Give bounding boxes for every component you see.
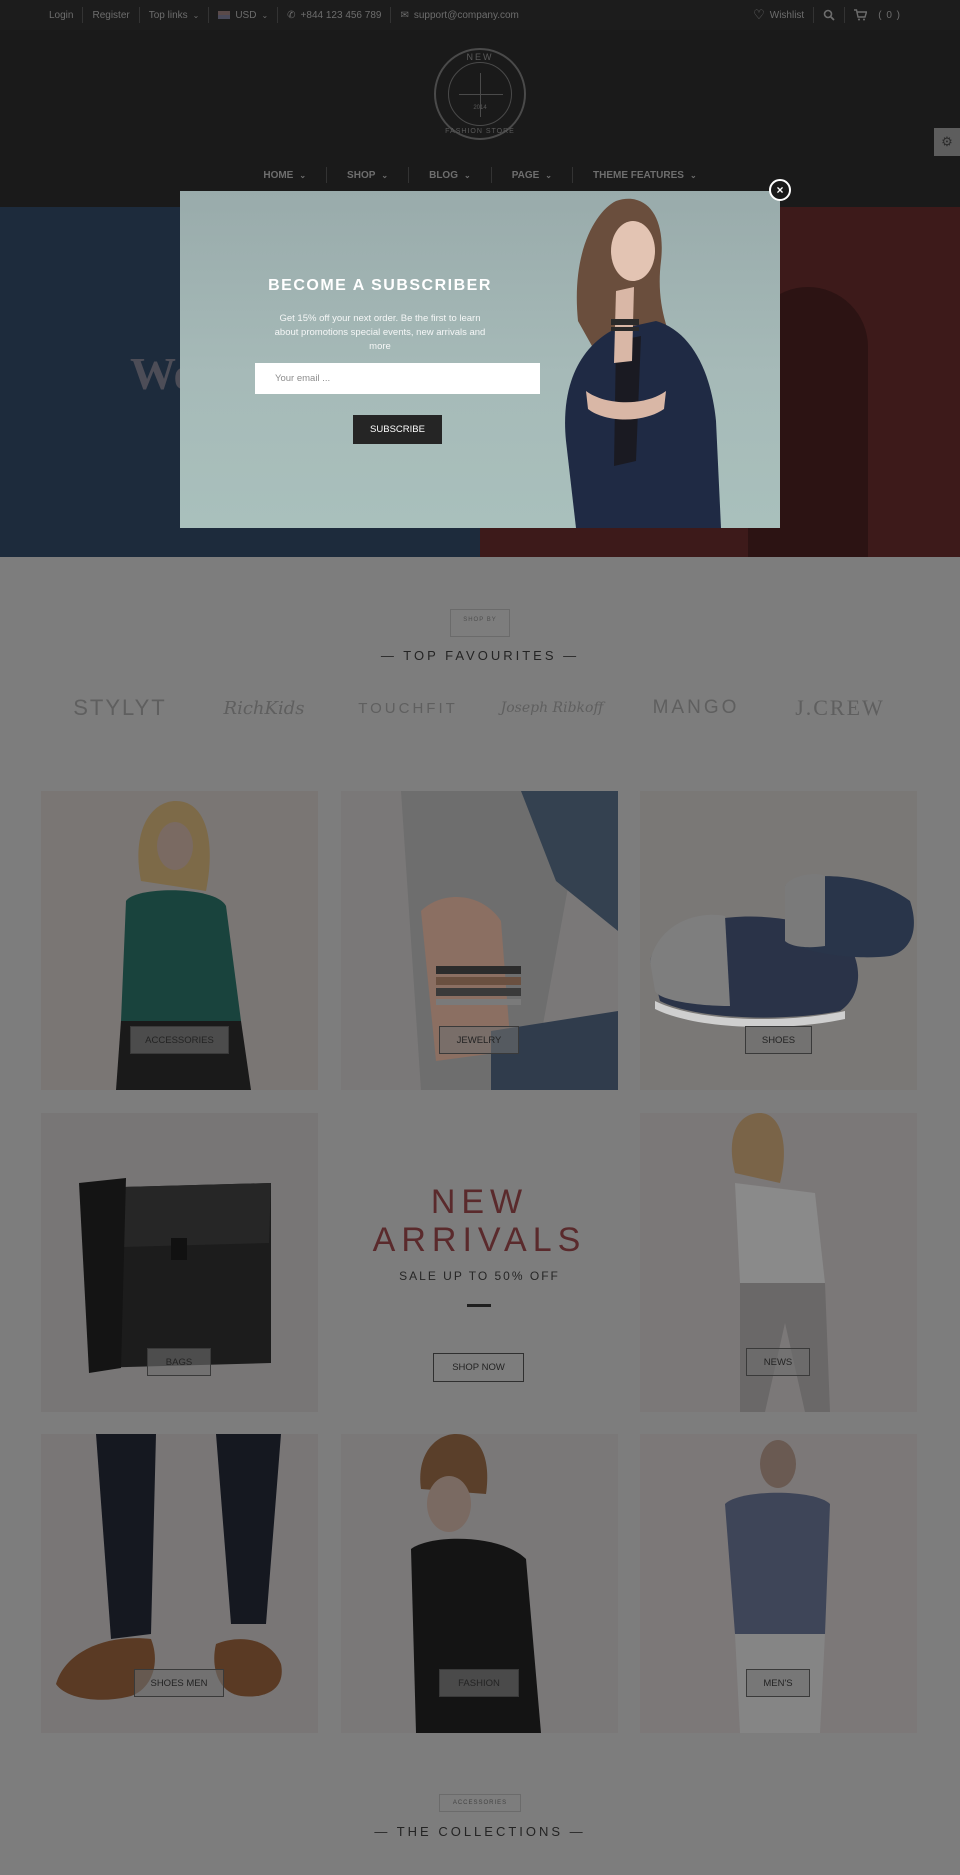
email-info[interactable]: ✉ support@company.com bbox=[391, 7, 527, 23]
logo-inner-ring: 2014 bbox=[448, 62, 512, 126]
category-mens[interactable]: MEN'S bbox=[640, 1434, 917, 1733]
phone-info: ✆ +844 123 456 789 bbox=[278, 7, 392, 23]
shop-by-badge: SHOP BY bbox=[450, 609, 510, 637]
chevron-down-icon: ⌄ bbox=[463, 170, 471, 180]
category-jewelry[interactable]: JEWELRY bbox=[341, 791, 618, 1090]
top-bar: Login Register Top links ⌄ USD ⌄ ✆ +844 123… bbox=[0, 0, 960, 30]
site-header: NEW 2014 FASHION STORE HOME ⌄ SHOP ⌄ BLOG ⌄… bbox=[0, 30, 960, 207]
login-link[interactable]: Login bbox=[40, 7, 84, 23]
search-icon bbox=[823, 9, 835, 21]
accessories-badge: ACCESSORIES bbox=[439, 1794, 521, 1812]
jewelry-label[interactable]: JEWELRY bbox=[439, 1026, 519, 1054]
search-button[interactable] bbox=[814, 7, 846, 23]
phone-icon: ✆ bbox=[287, 9, 296, 21]
envelope-icon: ✉ bbox=[400, 9, 409, 21]
category-bags[interactable]: BAGS bbox=[41, 1113, 318, 1412]
category-shoes-men[interactable]: SHOES MEN bbox=[41, 1434, 318, 1733]
settings-widget-button[interactable]: ⚙ bbox=[934, 128, 960, 156]
login-label: Login bbox=[49, 9, 74, 21]
category-fashion[interactable]: FASHION bbox=[341, 1434, 618, 1733]
email-input[interactable] bbox=[255, 363, 540, 394]
accessories-label[interactable]: ACCESSORIES bbox=[130, 1026, 229, 1054]
nav-label: SHOP bbox=[347, 169, 376, 181]
nav-blog[interactable]: BLOG ⌄ bbox=[409, 167, 492, 183]
shoes-men-label[interactable]: SHOES MEN bbox=[134, 1669, 224, 1697]
popup-title: BECOME A SUBSCRIBER bbox=[268, 277, 492, 294]
logo-cross-horizontal bbox=[459, 94, 503, 95]
brand-stylyt[interactable]: STYLYT bbox=[60, 695, 180, 721]
close-icon: × bbox=[776, 183, 784, 197]
chevron-down-icon: ⌄ bbox=[299, 170, 307, 180]
cart-button[interactable]: ( 0 ) bbox=[845, 7, 910, 23]
currency-label: USD bbox=[235, 9, 257, 21]
popup-description: Get 15% off your next order. Be the firs… bbox=[274, 313, 486, 352]
arrivals-heading-line2: ARRIVALS bbox=[372, 1221, 587, 1259]
brand-logos: STYLYT RichKids TOUCHFIT Joseph Ribkoff … bbox=[60, 695, 900, 721]
logo-top-text: NEW bbox=[466, 52, 494, 62]
new-arrivals-promo: NEW ARRIVALS SALE UP TO 50% OFF SHOP NOW bbox=[341, 1113, 618, 1412]
close-popup-button[interactable]: × bbox=[769, 179, 791, 201]
category-shoes[interactable]: SHOES bbox=[640, 791, 917, 1090]
shop-now-button[interactable]: SHOP NOW bbox=[433, 1353, 524, 1382]
wishlist-link[interactable]: ♡ Wishlist bbox=[744, 7, 815, 23]
top-favourites-title: — TOP FAVOURITES — bbox=[380, 648, 580, 663]
brand-mango[interactable]: MANGO bbox=[636, 697, 756, 719]
mens-label[interactable]: MEN'S bbox=[746, 1669, 810, 1697]
wishlist-label: Wishlist bbox=[769, 9, 805, 21]
nav-shop[interactable]: SHOP ⌄ bbox=[327, 167, 410, 183]
chevron-down-icon: ⌄ bbox=[192, 10, 200, 20]
brand-touchfit[interactable]: TOUCHFIT bbox=[348, 700, 468, 717]
logo-year: 2014 bbox=[473, 105, 487, 111]
nav-label: THEME FEATURES bbox=[593, 169, 684, 181]
collections-title: — THE COLLECTIONS — bbox=[374, 1824, 586, 1839]
brand-jcrew[interactable]: J.CREW bbox=[780, 695, 900, 721]
category-accessories[interactable]: ACCESSORIES bbox=[41, 791, 318, 1090]
nav-theme-features[interactable]: THEME FEATURES ⌄ bbox=[573, 167, 717, 183]
nav-home[interactable]: HOME ⌄ bbox=[243, 167, 328, 183]
heart-icon: ♡ bbox=[753, 7, 765, 22]
top-links-label: Top links bbox=[148, 9, 188, 21]
fashion-label[interactable]: FASHION bbox=[439, 1669, 519, 1697]
cart-icon bbox=[854, 9, 868, 21]
register-label: Register bbox=[92, 9, 130, 21]
register-link[interactable]: Register bbox=[83, 7, 140, 23]
category-news[interactable]: NEWS bbox=[640, 1113, 917, 1412]
sale-text: SALE UP TO 50% OFF bbox=[399, 1269, 560, 1283]
chevron-down-icon: ⌄ bbox=[261, 10, 269, 20]
chevron-down-icon: ⌄ bbox=[545, 170, 552, 180]
brand-richkids[interactable]: RichKids bbox=[204, 698, 324, 719]
currency-dropdown[interactable]: USD ⌄ bbox=[209, 7, 279, 23]
chevron-down-icon: ⌄ bbox=[689, 170, 697, 180]
subscribe-button[interactable]: SUBSCRIBE bbox=[353, 415, 442, 444]
bags-label[interactable]: BAGS bbox=[147, 1348, 211, 1376]
divider bbox=[467, 1304, 491, 1307]
nav-page[interactable]: PAGE ⌄ bbox=[492, 167, 573, 183]
gear-icon: ⚙ bbox=[941, 134, 953, 149]
top-links-dropdown[interactable]: Top links ⌄ bbox=[140, 7, 210, 23]
popup-model-image bbox=[565, 198, 721, 528]
logo-bottom-text: FASHION STORE bbox=[445, 128, 515, 135]
flag-icon bbox=[218, 11, 231, 19]
nav-label: PAGE bbox=[511, 169, 540, 181]
nav-label: BLOG bbox=[429, 169, 458, 181]
arrivals-heading-line1: NEW bbox=[430, 1183, 529, 1221]
store-logo[interactable]: NEW 2014 FASHION STORE bbox=[434, 48, 526, 140]
nav-label: HOME bbox=[263, 169, 294, 181]
main-nav: HOME ⌄ SHOP ⌄ BLOG ⌄ PAGE ⌄ THEME FEATURES ⌄ bbox=[0, 167, 960, 183]
phone-number: +844 123 456 789 bbox=[300, 9, 382, 21]
shoes-label[interactable]: SHOES bbox=[745, 1026, 812, 1054]
chevron-down-icon: ⌄ bbox=[381, 170, 389, 180]
brand-joseph-ribkoff[interactable]: Joseph Ribkoff bbox=[492, 700, 612, 716]
cart-count: ( 0 ) bbox=[878, 9, 901, 21]
email-address: support@company.com bbox=[413, 9, 519, 21]
subscribe-popup: BECOME A SUBSCRIBER Get 15% off your nex… bbox=[180, 191, 780, 528]
news-label[interactable]: NEWS bbox=[746, 1348, 810, 1376]
